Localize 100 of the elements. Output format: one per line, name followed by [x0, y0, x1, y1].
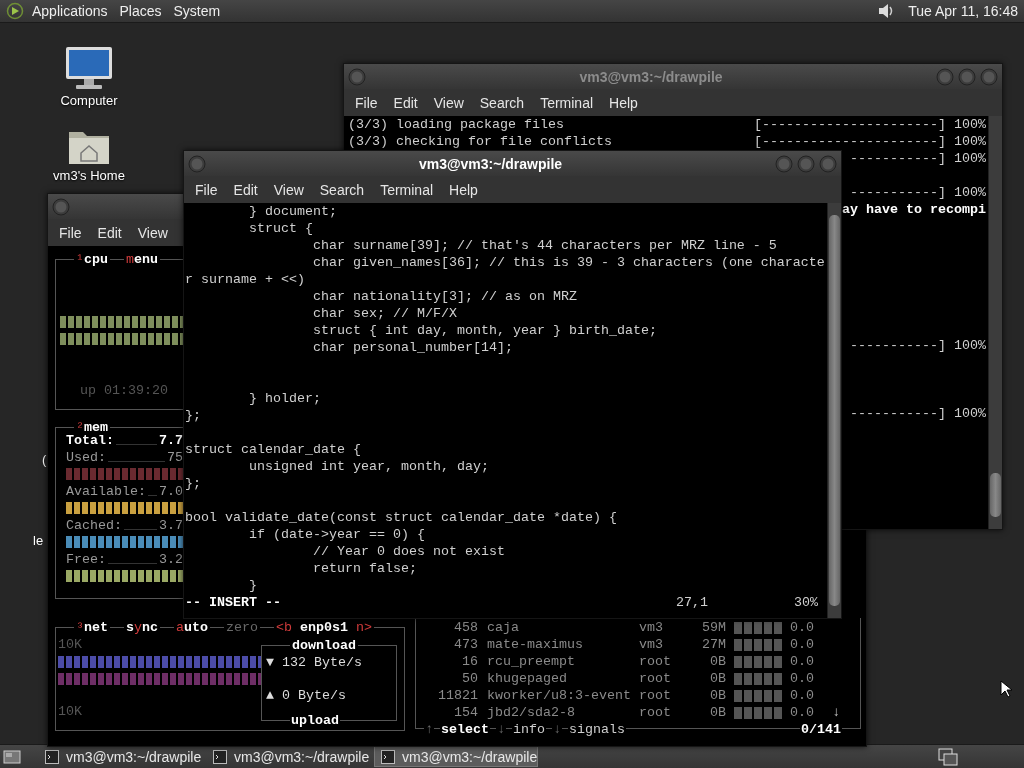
maximize-button[interactable]	[797, 154, 815, 173]
menu-item[interactable]: Terminal	[532, 94, 602, 111]
desktop-icon-label[interactable]: Computer	[60, 93, 118, 108]
memory-value: 75	[167, 449, 183, 466]
memory-value: 7.7	[159, 432, 183, 449]
usage-graph	[734, 639, 784, 651]
window-title: vm3@vm3:~/drawpile	[417, 155, 564, 172]
taskbar-button[interactable]: vm3@vm3:~/drawpile	[206, 746, 370, 767]
cursor-position: 27,1	[676, 594, 708, 611]
table-cell-text: vm3	[639, 619, 664, 636]
scroll-percent: 30%	[794, 594, 818, 611]
workspace-switcher-icon[interactable]	[938, 747, 958, 766]
memory-value: 7.0	[159, 483, 183, 500]
table-cell-text: khugepaged	[487, 670, 568, 687]
table-cell-text: 0.0	[790, 619, 815, 636]
logo-icon[interactable]	[4, 2, 26, 20]
table-cell-text: root	[639, 670, 672, 687]
table-cell-text: rcu_preempt	[487, 653, 576, 670]
table-cell-text: 154	[453, 704, 478, 721]
table-cell-text: 11821	[437, 687, 478, 704]
scale-label: 10K	[58, 636, 83, 653]
table-cell-text: 16	[461, 653, 478, 670]
box-title: ¹cpu	[74, 251, 110, 268]
table-cell-text: root	[639, 653, 672, 670]
scrollbar[interactable]	[827, 203, 841, 618]
table-cell-text: root	[639, 687, 672, 704]
menu-item[interactable]: View	[425, 94, 472, 111]
scale-label: 10K	[58, 703, 83, 720]
terminal-line: ay have to recompi	[842, 201, 986, 218]
maximize-button[interactable]	[958, 67, 976, 86]
close-button[interactable]	[819, 154, 837, 173]
terminal-line: (3/3) loading package files	[348, 116, 564, 133]
progress-text: -----------] 100%	[850, 337, 986, 354]
scrollbar[interactable]	[988, 116, 1002, 529]
progress-text: -----------] 100%	[850, 150, 986, 167]
clock[interactable]: Tue Apr 11, 16:48	[908, 3, 1018, 19]
scroll-arrow[interactable]: ↓	[832, 704, 840, 721]
table-cell-text: mate-maximus	[487, 636, 584, 653]
speed-text: ▲ 0 Byte/s	[265, 687, 347, 704]
table-cell-text: kworker/u8:3-event	[487, 687, 632, 704]
menu-item[interactable]: Terminal	[372, 181, 442, 198]
menu-item[interactable]: Help	[441, 181, 486, 198]
window-menu-button[interactable]	[52, 197, 70, 216]
menu-item[interactable]: Edit	[225, 181, 266, 198]
desktop-icon-label[interactable]: vm3's Home	[53, 168, 125, 183]
minimize-button[interactable]	[775, 154, 793, 173]
usage-graph	[734, 656, 784, 668]
menu-item[interactable]: File	[187, 181, 226, 198]
panel-menu[interactable]: System	[167, 3, 227, 19]
usage-graph	[734, 690, 784, 702]
minimize-button[interactable]	[936, 67, 954, 86]
taskbar-button[interactable]: vm3@vm3:~/drawpile	[374, 746, 538, 767]
terminal-icon	[381, 749, 395, 764]
close-button[interactable]	[980, 67, 998, 86]
taskbar-button[interactable]: vm3@vm3:~/drawpile	[38, 746, 202, 767]
progress-text: [----------------------] 100%	[754, 116, 986, 133]
uptime-text: up 01:39:20	[80, 382, 169, 399]
net-option: <b enp0s1 n>	[274, 619, 374, 636]
menu-item[interactable]: Help	[601, 94, 646, 111]
memory-value: 3.2	[159, 551, 183, 568]
table-cell-text: 0B	[709, 653, 726, 670]
menu-item[interactable]: View	[129, 224, 176, 241]
table-cell-text: 0.0	[790, 636, 815, 653]
table-cell-text: 0.0	[790, 670, 815, 687]
menu-item[interactable]: File	[51, 224, 90, 241]
memory-label: Used:	[66, 449, 106, 466]
table-cell-text: 50	[461, 670, 478, 687]
menu-item[interactable]: Search	[471, 94, 533, 111]
table-cell-text: 59M	[701, 619, 726, 636]
box-title: upload	[290, 712, 340, 729]
menu-item[interactable]: Search	[311, 181, 373, 198]
desktop-icon-label: (	[42, 452, 47, 467]
table-cell-text: 0.0	[790, 653, 815, 670]
table-cell-text: 458	[453, 619, 478, 636]
table-cell-text: caja	[487, 619, 520, 636]
usage-graph	[734, 707, 784, 719]
panel-menu[interactable]: Places	[113, 3, 168, 19]
table-cell-text: 0B	[709, 704, 726, 721]
menu-item[interactable]: Edit	[89, 224, 130, 241]
usage-graph	[734, 673, 784, 685]
menu-item[interactable]: File	[347, 94, 386, 111]
menu-item[interactable]: Edit	[385, 94, 426, 111]
footer-key[interactable]: signals	[568, 721, 626, 738]
window-title: vm3@vm3:~/drawpile	[578, 68, 724, 85]
monitor-icon[interactable]	[64, 45, 114, 91]
window-menu-button[interactable]	[188, 154, 206, 173]
window-menu-button[interactable]	[348, 67, 366, 86]
progress-text: [----------------------] 100%	[754, 133, 986, 150]
menu-item[interactable]: View	[265, 181, 312, 198]
memory-label: Free:	[66, 551, 106, 568]
usage-graph	[734, 622, 784, 634]
table-cell-text: vm3	[639, 636, 664, 653]
table-cell-text: 0B	[709, 687, 726, 704]
terminal-icon	[45, 749, 59, 764]
table-cell-text: jbd2/sda2-8	[487, 704, 576, 721]
code-text: } document; struct { char surname[39]; // that's 44 characters per MRZ line - 5 char given_names[36]; // this is 39 - 3 characters (one characte r surname + <<) char nationality[3]; // as on MRZ char sex; // M/F/X struct { int day, month, year } birth_date; char personal_number[14]; } holder; }; struct calendar_date { unsigned int year, month, day; }; bool validate_date(const struct calendar_date *date) { if (date->year == 0) { // Year 0 does not exist return false; }	[185, 203, 826, 594]
table-cell-text: 27M	[701, 636, 726, 653]
progress-text: -----------] 100%	[850, 405, 986, 422]
show-desktop-icon[interactable]	[3, 748, 21, 765]
panel-menu[interactable]: Applications	[26, 3, 114, 19]
